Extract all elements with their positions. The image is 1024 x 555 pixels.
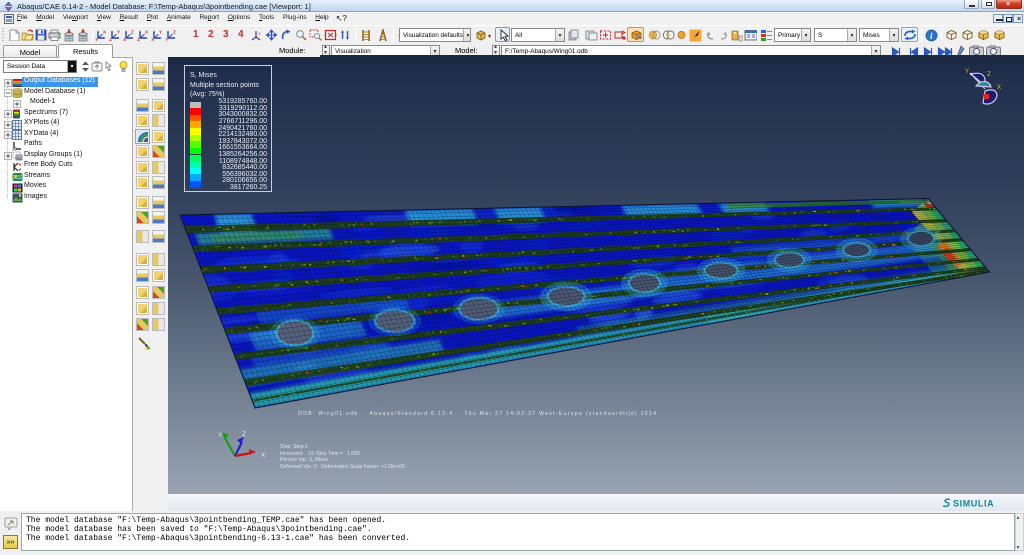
svg-text:X: X (261, 452, 266, 459)
svg-text:X: X (145, 30, 148, 35)
svg-text:01: 01 (17, 157, 21, 161)
svg-text:Y: Y (117, 30, 120, 35)
svg-text:X: X (103, 30, 106, 35)
svg-text:X: X (997, 85, 1001, 91)
svg-text:Y: Y (218, 432, 223, 439)
svg-text:Z: Z (242, 431, 246, 438)
svg-text:Y: Y (965, 69, 969, 75)
svg-text:X: X (123, 37, 126, 41)
svg-text:X: X (151, 37, 154, 41)
svg-text:Z: Z (131, 30, 134, 35)
svg-text:Z: Z (137, 37, 140, 41)
svg-text:Z: Z (173, 30, 176, 35)
svg-text:Y: Y (95, 37, 98, 41)
svg-text:SIMULIA: SIMULIA (953, 499, 994, 509)
svg-text:Z: Z (109, 37, 112, 41)
svg-text:Y: Y (165, 37, 168, 41)
svg-text:Z: Z (987, 72, 991, 78)
svg-text:Y: Y (258, 31, 261, 36)
svg-text:Y: Y (159, 30, 162, 35)
